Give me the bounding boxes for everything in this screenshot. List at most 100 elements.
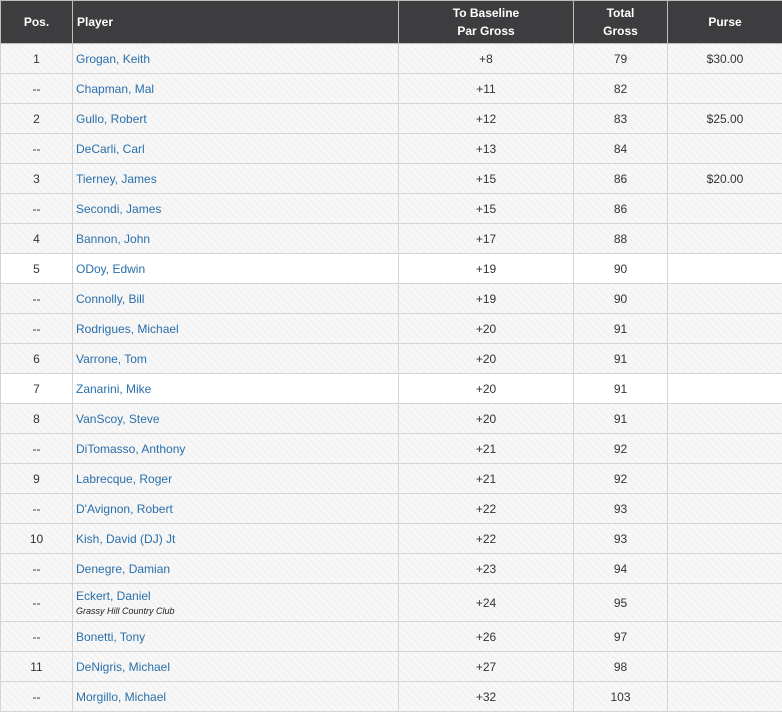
player-name-link[interactable]: Eckert, Daniel xyxy=(76,589,398,603)
table-row: --DiTomasso, Anthony+2192 xyxy=(1,434,782,464)
total-gross-cell: 98 xyxy=(574,652,668,682)
position-cell: -- xyxy=(1,434,73,464)
leaderboard-body: 1Grogan, Keith+879$30.00--Chapman, Mal+1… xyxy=(1,44,782,712)
total-gross-cell: 79 xyxy=(574,44,668,74)
header-pos: Pos. xyxy=(1,1,73,44)
position-cell: 3 xyxy=(1,164,73,194)
player-name-link[interactable]: Rodrigues, Michael xyxy=(76,322,398,336)
total-gross-cell: 91 xyxy=(574,314,668,344)
header-to-baseline-line2: Par Gross xyxy=(457,24,514,38)
player-cell: Bannon, John xyxy=(73,224,399,254)
header-total-gross: Total Gross xyxy=(574,1,668,44)
purse-cell xyxy=(668,344,782,374)
purse-cell xyxy=(668,622,782,652)
total-gross-cell: 86 xyxy=(574,194,668,224)
player-cell: Labrecque, Roger xyxy=(73,464,399,494)
total-gross-cell: 94 xyxy=(574,554,668,584)
total-gross-cell: 83 xyxy=(574,104,668,134)
table-row: --Chapman, Mal+1182 xyxy=(1,74,782,104)
purse-cell: $20.00 xyxy=(668,164,782,194)
header-to-baseline: To Baseline Par Gross xyxy=(399,1,574,44)
position-cell: 4 xyxy=(1,224,73,254)
header-to-baseline-line1: To Baseline xyxy=(453,6,519,20)
table-row: --Secondi, James+1586 xyxy=(1,194,782,224)
position-cell: -- xyxy=(1,134,73,164)
position-cell: -- xyxy=(1,494,73,524)
table-row: --Connolly, Bill+1990 xyxy=(1,284,782,314)
position-cell: 6 xyxy=(1,344,73,374)
player-cell: Eckert, DanielGrassy Hill Country Club xyxy=(73,584,399,622)
purse-cell xyxy=(668,284,782,314)
to-baseline-cell: +24 xyxy=(399,584,574,622)
position-cell: 10 xyxy=(1,524,73,554)
total-gross-cell: 90 xyxy=(574,254,668,284)
player-cell: VanScoy, Steve xyxy=(73,404,399,434)
purse-cell xyxy=(668,554,782,584)
player-name-link[interactable]: ODoy, Edwin xyxy=(76,262,398,276)
player-cell: Tierney, James xyxy=(73,164,399,194)
table-row: 8VanScoy, Steve+2091 xyxy=(1,404,782,434)
to-baseline-cell: +20 xyxy=(399,374,574,404)
player-cell: Rodrigues, Michael xyxy=(73,314,399,344)
position-cell: -- xyxy=(1,584,73,622)
player-name-link[interactable]: Morgillo, Michael xyxy=(76,690,398,704)
player-name-link[interactable]: Secondi, James xyxy=(76,202,398,216)
player-name-link[interactable]: Chapman, Mal xyxy=(76,82,398,96)
player-cell: Kish, David (DJ) Jt xyxy=(73,524,399,554)
player-name-link[interactable]: Zanarini, Mike xyxy=(76,382,398,396)
table-row: --Denegre, Damian+2394 xyxy=(1,554,782,584)
purse-cell xyxy=(668,652,782,682)
purse-cell xyxy=(668,584,782,622)
position-cell: 8 xyxy=(1,404,73,434)
purse-cell xyxy=(668,524,782,554)
position-cell: -- xyxy=(1,622,73,652)
total-gross-cell: 92 xyxy=(574,434,668,464)
player-name-link[interactable]: Labrecque, Roger xyxy=(76,472,398,486)
position-cell: -- xyxy=(1,682,73,712)
table-row: 2Gullo, Robert+1283$25.00 xyxy=(1,104,782,134)
total-gross-cell: 97 xyxy=(574,622,668,652)
total-gross-cell: 90 xyxy=(574,284,668,314)
to-baseline-cell: +27 xyxy=(399,652,574,682)
total-gross-cell: 82 xyxy=(574,74,668,104)
total-gross-cell: 91 xyxy=(574,404,668,434)
purse-cell xyxy=(668,682,782,712)
table-row: --Bonetti, Tony+2697 xyxy=(1,622,782,652)
player-name-link[interactable]: Grogan, Keith xyxy=(76,52,398,66)
leaderboard-table: Pos. Player To Baseline Par Gross Total … xyxy=(0,0,782,712)
player-name-link[interactable]: Gullo, Robert xyxy=(76,112,398,126)
player-name-link[interactable]: Connolly, Bill xyxy=(76,292,398,306)
to-baseline-cell: +13 xyxy=(399,134,574,164)
purse-cell: $30.00 xyxy=(668,44,782,74)
player-name-link[interactable]: DiTomasso, Anthony xyxy=(76,442,398,456)
player-cell: Zanarini, Mike xyxy=(73,374,399,404)
to-baseline-cell: +20 xyxy=(399,344,574,374)
table-row: 1Grogan, Keith+879$30.00 xyxy=(1,44,782,74)
to-baseline-cell: +23 xyxy=(399,554,574,584)
player-name-link[interactable]: DeCarli, Carl xyxy=(76,142,398,156)
total-gross-cell: 95 xyxy=(574,584,668,622)
table-row: 7Zanarini, Mike+2091 xyxy=(1,374,782,404)
player-name-link[interactable]: Bonetti, Tony xyxy=(76,630,398,644)
purse-cell xyxy=(668,404,782,434)
total-gross-cell: 91 xyxy=(574,344,668,374)
purse-cell xyxy=(668,254,782,284)
position-cell: -- xyxy=(1,554,73,584)
player-name-link[interactable]: Tierney, James xyxy=(76,172,398,186)
to-baseline-cell: +21 xyxy=(399,434,574,464)
player-name-link[interactable]: VanScoy, Steve xyxy=(76,412,398,426)
player-name-link[interactable]: Varrone, Tom xyxy=(76,352,398,366)
player-name-link[interactable]: Denegre, Damian xyxy=(76,562,398,576)
header-purse: Purse xyxy=(668,1,782,44)
to-baseline-cell: +20 xyxy=(399,404,574,434)
position-cell: 9 xyxy=(1,464,73,494)
total-gross-cell: 86 xyxy=(574,164,668,194)
total-gross-cell: 91 xyxy=(574,374,668,404)
player-name-link[interactable]: Bannon, John xyxy=(76,232,398,246)
total-gross-cell: 93 xyxy=(574,494,668,524)
table-row: 6Varrone, Tom+2091 xyxy=(1,344,782,374)
player-name-link[interactable]: DeNigris, Michael xyxy=(76,660,398,674)
player-name-link[interactable]: D'Avignon, Robert xyxy=(76,502,398,516)
player-cell: Gullo, Robert xyxy=(73,104,399,134)
player-name-link[interactable]: Kish, David (DJ) Jt xyxy=(76,532,398,546)
